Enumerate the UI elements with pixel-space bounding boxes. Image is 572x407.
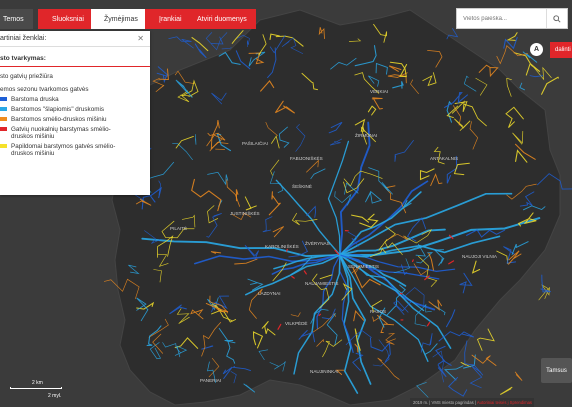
place-label: PILAITĖ — [170, 225, 187, 231]
legend-item: Gatvių nuokalnių barstymas smėlio-drusko… — [0, 126, 150, 140]
legend-swatch — [0, 107, 7, 111]
scale-line — [10, 387, 62, 389]
place-label: KAROLINIŠKĖS — [265, 243, 299, 249]
basemap-label: Tamsus — [546, 367, 567, 374]
section-divider — [0, 66, 150, 67]
road-segment — [411, 259, 414, 263]
attribution-link[interactable]: Autoriniai teisės į Sprendimas — [477, 400, 532, 405]
scale-km: 2 km — [32, 380, 43, 386]
legend-title: artiniai ženklai: — [0, 35, 47, 42]
place-label: NAUJININKAI — [310, 369, 339, 374]
scale-mile: 2 myl. — [48, 393, 62, 399]
legend-swatch — [0, 144, 7, 148]
search-box — [456, 8, 568, 29]
place-label: FABIJONIŠKĖS — [290, 155, 323, 161]
legend-item: Barstoma druska — [0, 96, 150, 103]
road-segment — [286, 248, 288, 252]
close-icon[interactable]: ✕ — [137, 34, 144, 43]
place-label: SENAMIESTIS — [348, 264, 379, 269]
place-label: PAŠILAIČIAI — [242, 140, 268, 146]
place-label: ŽIRMŪNAI — [355, 131, 377, 138]
place-label: VERKIAI — [370, 89, 388, 94]
legend-label: Barstomos "šlapiomis" druskomis — [11, 106, 105, 113]
attribution-text: 2019 m. | VMS miesto pagrindas | — [413, 400, 477, 405]
share-button[interactable]: dalinti — [550, 42, 572, 58]
place-label: JUSTINIŠKĖS — [230, 210, 260, 216]
tools-label: Įrankiai — [159, 15, 182, 23]
compass-button[interactable]: A — [530, 43, 543, 56]
legend-swatch — [0, 97, 7, 101]
place-label: NAUJOJI VILNIA — [462, 254, 498, 259]
place-label: ANTAKALNIS — [430, 156, 458, 161]
tools-button[interactable]: Įrankiai — [145, 9, 189, 29]
top-toolbar: Temos Sluoksniai Žymėjimas Įrankiai Atvi… — [0, 9, 256, 29]
legend-label: Barstoma druska — [11, 96, 59, 103]
legend-label: Papildomai barstymos gatvės smėlio-drusk… — [11, 143, 116, 157]
themes-button[interactable]: Temos — [0, 9, 33, 29]
search-button[interactable] — [545, 9, 567, 28]
legend-subtitle: emos sezonu tvarkomos gatvės — [0, 86, 89, 93]
legend-label: Gatvių nuokalnių barstymas smėlio-drusko… — [11, 126, 111, 140]
layers-button[interactable]: Sluoksniai — [38, 9, 91, 29]
legend-item: Barstomos "šlapiomis" druskomis — [0, 106, 150, 113]
compass-label: A — [533, 46, 540, 53]
attribution: 2019 m. | VMS miesto pagrindas | Autorin… — [410, 398, 535, 407]
place-label: ŠEŠKINĖ — [292, 183, 312, 189]
legend-item: Barstomos smėlio-druskos mišiniu — [0, 116, 150, 123]
legend-header: artiniai ženklai: ✕ — [0, 31, 150, 47]
search-icon — [553, 14, 561, 23]
place-label: LAZDYNAI — [258, 291, 280, 296]
place-label: PANERIAI — [200, 378, 221, 383]
scale-bar: 2 km 2 myl. — [10, 380, 70, 399]
search-input[interactable] — [457, 9, 546, 28]
place-label: VILKPĖDĖ — [285, 320, 307, 326]
road-segment — [399, 292, 403, 295]
legend-subtitle: sto gatvių priežiūra — [0, 73, 53, 80]
symbols-label: Žymėjimas — [104, 15, 138, 23]
place-label: ŽVĖRYNAS — [305, 239, 330, 246]
basemap-toggle[interactable]: Tamsus — [541, 358, 572, 383]
open-data-button[interactable]: Atviri duomenys — [189, 9, 256, 29]
legend-swatch — [0, 117, 7, 121]
layers-label: Sluoksniai — [52, 15, 84, 23]
themes-label: Temos — [3, 15, 24, 23]
share-label: dalinti — [555, 47, 571, 53]
legend-swatch — [0, 127, 7, 131]
legend-item: Papildomai barstymos gatvės smėlio-drusk… — [0, 143, 150, 157]
legend-panel: artiniai ženklai: ✕ sto tvarkymas: sto g… — [0, 31, 150, 195]
legend-section-title: sto tvarkymas: — [0, 55, 46, 62]
symbols-button[interactable]: Žymėjimas — [91, 9, 145, 29]
legend-label: Barstomos smėlio-druskos mišiniu — [11, 116, 107, 123]
place-label: NAUJAMIESTIS — [305, 281, 338, 286]
place-label: RASOS — [370, 309, 386, 314]
open-data-label: Atviri duomenys — [197, 15, 247, 23]
